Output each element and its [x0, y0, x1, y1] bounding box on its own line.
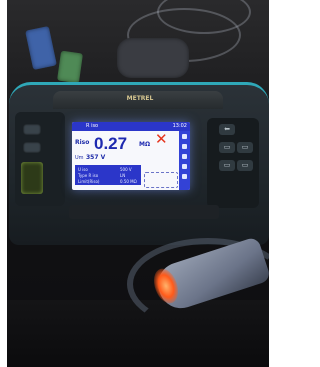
settings-icon[interactable] [182, 154, 187, 159]
display-title: R iso [86, 123, 99, 129]
function-button-2[interactable]: ▭ [237, 142, 253, 153]
grey-case [117, 38, 189, 78]
measurement-label: Riso [75, 139, 90, 146]
test-voltage-label: Um [75, 155, 84, 161]
left-button-top[interactable] [23, 124, 41, 135]
parameter-value: LN [120, 173, 126, 178]
brand-logo: METREL [126, 95, 154, 102]
parameter-line: Limit(Riso) [78, 179, 100, 184]
function-button-4[interactable]: ▭ [237, 160, 253, 171]
function-button-1[interactable]: ▭ [219, 142, 235, 153]
resistance-value: 0.27 [94, 134, 128, 153]
parameter-value: 500 V [120, 167, 132, 172]
display-side-toolbar [179, 131, 190, 190]
parameter-line: U iso [78, 167, 88, 172]
play-icon[interactable] [182, 134, 187, 139]
parameter-value: 0.50 MΩ [120, 179, 137, 184]
more-icon[interactable] [182, 174, 187, 179]
fail-cross-icon: ✕ [155, 130, 168, 148]
back-button[interactable]: ⬅ [219, 124, 235, 135]
left-button-mid[interactable] [23, 142, 41, 153]
parameter-box: U iso Type R iso Limit(Riso) 500 V LN 0.… [75, 165, 141, 185]
blue-connector [25, 25, 57, 71]
carry-strap [69, 205, 219, 219]
resistance-unit: MΩ [139, 141, 151, 148]
help-icon[interactable] [182, 164, 187, 169]
display-clock: 13:02 [172, 123, 187, 129]
photo-frame: METREL ⬅ ▭ ▭ ▭ ▭ R iso 13:02 Riso 0.27 M… [7, 0, 269, 367]
green-connector [57, 50, 83, 84]
rotary-selector-window[interactable] [21, 162, 43, 194]
connection-diagram [144, 172, 178, 188]
parameter-line: Type R iso [78, 173, 99, 178]
meter-display: R iso 13:02 Riso 0.27 MΩ ✕ Um 357 V U is… [72, 122, 190, 190]
test-voltage-value: 357 V [86, 154, 106, 161]
save-icon[interactable] [182, 144, 187, 149]
function-button-3[interactable]: ▭ [219, 160, 235, 171]
